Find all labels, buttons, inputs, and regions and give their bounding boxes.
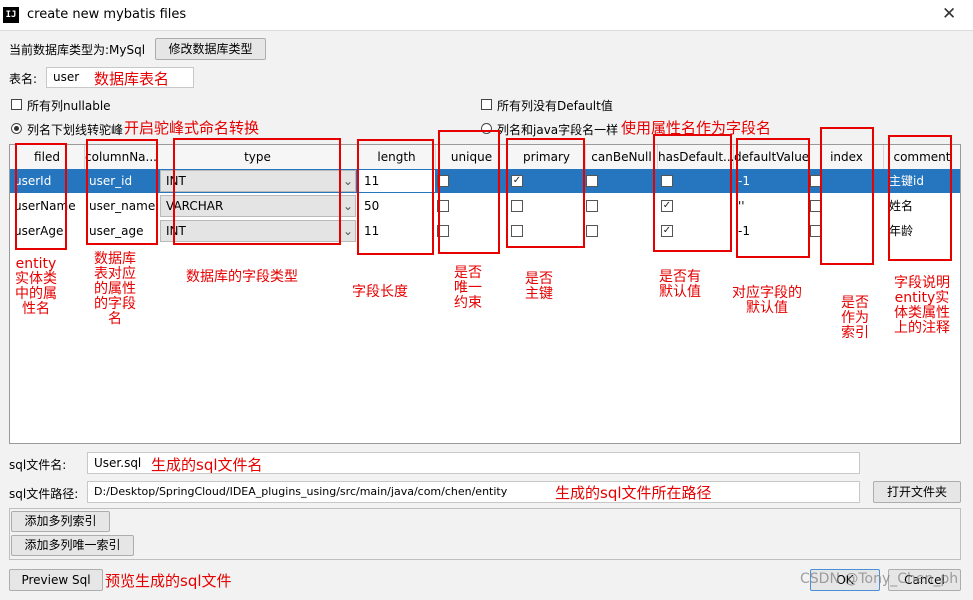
canbenull-checkbox[interactable] xyxy=(586,200,598,212)
annotation-box-hasdefault xyxy=(653,134,732,252)
sql-file-path-input[interactable]: D:/Desktop/SpringCloud/IDEA_plugins_usin… xyxy=(87,481,860,503)
camel-case-annotation: 开启驼峰式命名转换 xyxy=(124,119,260,137)
change-db-type-button[interactable]: 修改数据库类型 xyxy=(155,38,266,60)
chevron-down-icon[interactable]: ⌄ xyxy=(343,194,353,218)
table-name-annotation: 数据库表名 xyxy=(94,70,170,88)
close-icon[interactable]: ✕ xyxy=(942,4,956,24)
canbenull-checkbox[interactable] xyxy=(586,175,598,187)
add-multi-index-button[interactable]: 添加多列索引 xyxy=(11,511,110,532)
canbenull-checkbox[interactable] xyxy=(586,225,598,237)
annotation-box-primary xyxy=(506,138,585,248)
add-multi-unique-index-button[interactable]: 添加多列唯一索引 xyxy=(11,535,134,556)
annotation-type: 数据库的字段类型 xyxy=(186,269,298,285)
window-title: create new mybatis files xyxy=(27,7,187,22)
annotation-box-unique xyxy=(438,130,500,254)
annotation-box-defaultvalue xyxy=(736,138,810,258)
annotation-length: 字段长度 xyxy=(352,284,408,300)
annotation-box-comment xyxy=(888,135,952,261)
sql-file-name-annotation: 生成的sql文件名 xyxy=(151,456,263,474)
watermark: CSDN @Tony_Chen_ph xyxy=(800,571,959,587)
db-type-label: 当前数据库类型为:MySql xyxy=(9,43,146,57)
annotation-box-index xyxy=(820,127,874,265)
preview-annotation: 预览生成的sql文件 xyxy=(105,572,232,590)
camel-case-label: 列名下划线转驼峰 xyxy=(27,123,124,137)
table-name-label: 表名: xyxy=(9,72,38,86)
annotation-primary: 是否 主键 xyxy=(525,271,553,302)
chevron-down-icon[interactable]: ⌄ xyxy=(343,219,353,243)
annotation-box-filed xyxy=(15,143,67,250)
chevron-down-icon[interactable]: ⌄ xyxy=(343,169,353,193)
no-default-label: 所有列没有Default值 xyxy=(497,99,613,113)
annotation-unique: 是否 唯一 约束 xyxy=(454,265,482,311)
annotation-filed: entity 实体类 中的属 性名 xyxy=(15,256,57,317)
annotation-index: 是否 作为 索引 xyxy=(841,295,869,341)
open-folder-button[interactable]: 打开文件夹 xyxy=(873,481,961,503)
annotation-defaultvalue: 对应字段的 默认值 xyxy=(732,285,802,316)
sql-file-name-label: sql文件名: xyxy=(9,458,67,472)
sql-file-path-annotation: 生成的sql文件所在路径 xyxy=(555,484,712,502)
annotation-hasdefault: 是否有 默认值 xyxy=(659,269,701,300)
index-buttons-panel xyxy=(9,508,961,560)
annotation-box-type xyxy=(173,138,341,245)
annotation-comment: 字段说明 entity实 体类属性 上的注释 xyxy=(894,275,950,336)
col-header-canbenull[interactable]: canBeNull xyxy=(586,145,658,169)
app-icon: IJ xyxy=(3,7,19,23)
annotation-box-column xyxy=(86,139,158,245)
camel-case-radio[interactable] xyxy=(11,123,22,134)
all-nullable-checkbox[interactable] xyxy=(11,99,22,110)
annotation-box-length xyxy=(357,139,434,255)
sql-file-path-label: sql文件路径: xyxy=(9,487,79,501)
all-nullable-label: 所有列nullable xyxy=(27,99,111,113)
annotation-column: 数据库 表对应 的属性 的字段 名 xyxy=(94,251,136,327)
no-default-checkbox[interactable] xyxy=(481,99,492,110)
same-as-java-label: 列名和java字段名一样 xyxy=(497,123,619,137)
preview-sql-button[interactable]: Preview Sql xyxy=(9,569,103,591)
